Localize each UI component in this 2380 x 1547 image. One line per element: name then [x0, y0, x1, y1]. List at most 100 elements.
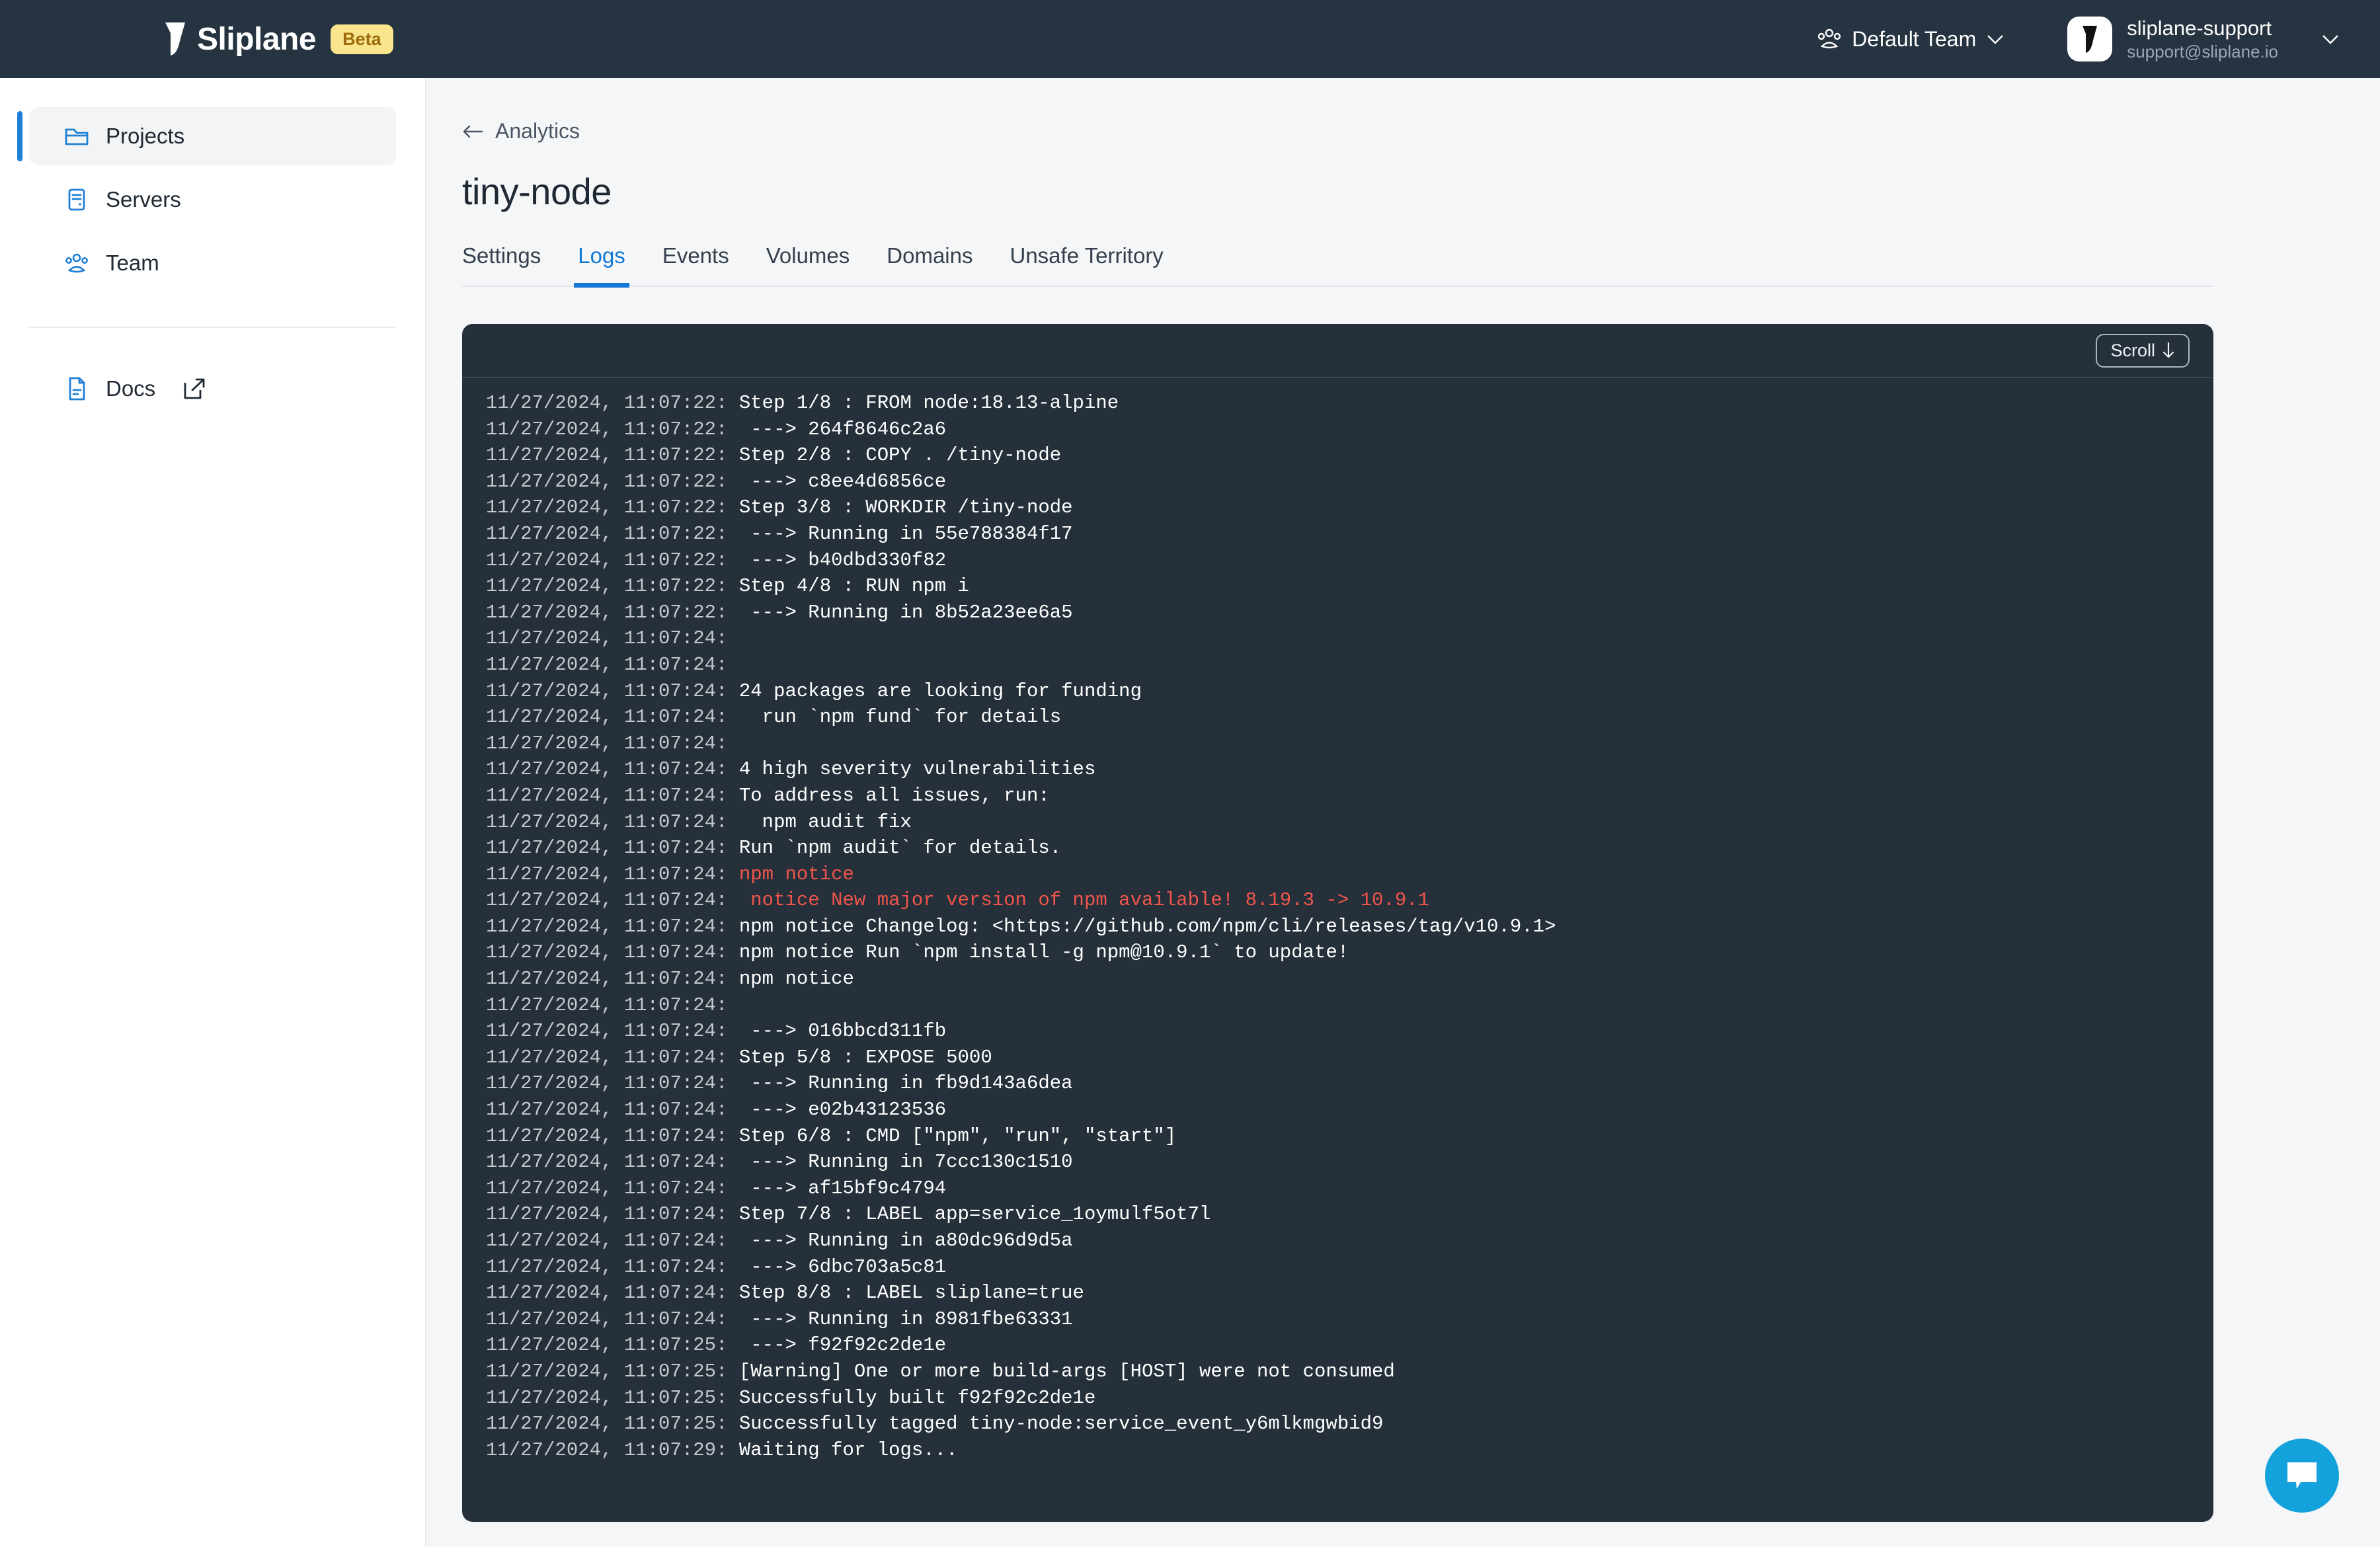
user-identity: sliplane-support support@sliplane.io — [2127, 17, 2278, 62]
log-message: ---> e02b43123536 — [727, 1099, 947, 1121]
log-message: ---> 6dbc703a5c81 — [727, 1255, 947, 1278]
people-group-icon — [65, 253, 88, 273]
log-timestamp: 11/27/2024, 11:07:25: — [486, 1413, 728, 1435]
log-message: npm notice Run `npm install -g npm@10.9.… — [727, 941, 1349, 964]
log-line: 11/27/2024, 11:07:24: ---> Running in 7c… — [486, 1149, 2213, 1175]
log-panel-toolbar: Scroll — [462, 324, 2213, 378]
user-menu[interactable]: sliplane-support support@sliplane.io — [2067, 17, 2339, 62]
log-line: 11/27/2024, 11:07:24: npm notice — [486, 861, 2213, 888]
log-line: 11/27/2024, 11:07:24: Run `npm audit` fo… — [486, 835, 2213, 861]
tab-events[interactable]: Events — [644, 243, 748, 286]
sidebar-item-team[interactable]: Team — [29, 234, 396, 292]
log-message: Step 4/8 : RUN npm i — [727, 575, 969, 598]
log-line: 11/27/2024, 11:07:24: — [486, 731, 2213, 757]
log-message: ---> Running in a80dc96d9d5a — [727, 1230, 1073, 1251]
log-timestamp: 11/27/2024, 11:07:24: — [486, 1125, 728, 1147]
breadcrumb[interactable]: Analytics — [462, 119, 2213, 143]
server-icon — [68, 188, 85, 211]
log-line: 11/27/2024, 11:07:24: 24 packages are lo… — [486, 678, 2213, 705]
log-line: 11/27/2024, 11:07:24: — [486, 625, 2213, 652]
log-line: 11/27/2024, 11:07:24: Step 7/8 : LABEL a… — [486, 1201, 2213, 1228]
log-line: 11/27/2024, 11:07:24: ---> af15bf9c4794 — [486, 1175, 2213, 1202]
log-timestamp: 11/27/2024, 11:07:24: — [486, 1177, 728, 1199]
tab-logs[interactable]: Logs — [559, 243, 644, 288]
log-output[interactable]: 11/27/2024, 11:07:22: Step 1/8 : FROM no… — [462, 378, 2213, 1522]
user-name: sliplane-support — [2127, 16, 2272, 40]
log-timestamp: 11/27/2024, 11:07:24: — [486, 784, 728, 807]
tab-settings[interactable]: Settings — [462, 243, 559, 286]
log-timestamp: 11/27/2024, 11:07:25: — [486, 1386, 728, 1409]
scroll-to-bottom-button[interactable]: Scroll — [2096, 333, 2190, 368]
log-message: Step 3/8 : WORKDIR /tiny-node — [727, 496, 1073, 519]
log-message: Step 7/8 : LABEL app=service_1oymulf5ot7… — [727, 1203, 1211, 1226]
tab-bar: Settings Logs Events Volumes Domains Uns… — [462, 243, 2213, 288]
log-line: 11/27/2024, 11:07:24: To address all iss… — [486, 783, 2213, 809]
log-line: 11/27/2024, 11:07:24: npm notice — [486, 966, 2213, 992]
log-line: 11/27/2024, 11:07:22: ---> c8ee4d6856ce — [486, 469, 2213, 495]
sidebar-item-projects[interactable]: Projects — [17, 107, 396, 165]
log-message: Step 2/8 : COPY . /tiny-node — [727, 444, 1062, 467]
log-line: 11/27/2024, 11:07:22: ---> b40dbd330f82 — [486, 547, 2213, 574]
log-timestamp: 11/27/2024, 11:07:24: — [486, 1151, 728, 1173]
log-line: 11/27/2024, 11:07:25: ---> f92f92c2de1e — [486, 1332, 2213, 1359]
sidebar-item-label: Docs — [106, 376, 156, 401]
log-line: 11/27/2024, 11:07:25: [Warning] One or m… — [486, 1359, 2213, 1385]
sidebar-item-docs[interactable]: Docs — [29, 360, 396, 418]
log-timestamp: 11/27/2024, 11:07:24: — [486, 627, 728, 650]
log-line: 11/27/2024, 11:07:24: Step 8/8 : LABEL s… — [486, 1280, 2213, 1306]
breadcrumb-label: Analytics — [495, 119, 580, 143]
tab-domains[interactable]: Domains — [868, 243, 991, 286]
log-line: 11/27/2024, 11:07:22: Step 1/8 : FROM no… — [486, 390, 2213, 416]
log-line: 11/27/2024, 11:07:22: Step 3/8 : WORKDIR… — [486, 495, 2213, 521]
log-timestamp: 11/27/2024, 11:07:25: — [486, 1334, 728, 1357]
log-timestamp: 11/27/2024, 11:07:24: — [486, 1072, 728, 1095]
main-content: Analytics tiny-node Settings Logs Events… — [428, 78, 2380, 1547]
log-timestamp: 11/27/2024, 11:07:22: — [486, 601, 728, 623]
tab-volumes[interactable]: Volumes — [748, 243, 869, 286]
log-message: ---> b40dbd330f82 — [727, 549, 947, 571]
log-timestamp: 11/27/2024, 11:07:24: — [486, 915, 728, 937]
log-line: 11/27/2024, 11:07:24: ---> e02b43123536 — [486, 1097, 2213, 1123]
log-timestamp: 11/27/2024, 11:07:25: — [486, 1360, 728, 1382]
log-timestamp: 11/27/2024, 11:07:22: — [486, 418, 728, 440]
header-right-group: Default Team sliplane-support support@sl… — [1817, 17, 2339, 62]
log-line: 11/27/2024, 11:07:22: Step 2/8 : COPY . … — [486, 442, 2213, 469]
log-timestamp: 11/27/2024, 11:07:24: — [486, 1203, 728, 1226]
log-line: 11/27/2024, 11:07:29: Waiting for logs..… — [486, 1437, 2213, 1464]
sidebar-item-label: Projects — [106, 124, 185, 148]
log-timestamp: 11/27/2024, 11:07:22: — [486, 444, 728, 467]
log-message: npm notice Changelog: <https://github.co… — [727, 915, 1556, 937]
log-line: 11/27/2024, 11:07:24: npm notice Run `np… — [486, 939, 2213, 966]
team-switcher[interactable]: Default Team — [1817, 27, 2004, 52]
log-message: ---> Running in 55e788384f17 — [727, 522, 1073, 545]
chat-widget-button[interactable] — [2265, 1439, 2339, 1513]
log-timestamp: 11/27/2024, 11:07:24: — [486, 1046, 728, 1068]
brand-logo[interactable]: Sliplane Beta — [164, 21, 393, 58]
log-timestamp: 11/27/2024, 11:07:24: — [486, 1230, 728, 1251]
log-timestamp: 11/27/2024, 11:07:22: — [486, 392, 728, 414]
log-timestamp: 11/27/2024, 11:07:24: — [486, 1020, 728, 1043]
log-line: 11/27/2024, 11:07:24: ---> Running in fb… — [486, 1070, 2213, 1097]
scroll-button-label: Scroll — [2110, 340, 2155, 360]
beta-badge: Beta — [331, 24, 393, 54]
log-line: 11/27/2024, 11:07:25: Successfully tagge… — [486, 1411, 2213, 1437]
log-timestamp: 11/27/2024, 11:07:22: — [486, 522, 728, 545]
log-timestamp: 11/27/2024, 11:07:24: — [486, 706, 728, 729]
tab-unsafe-territory[interactable]: Unsafe Territory — [992, 243, 1182, 286]
log-message: Successfully tagged tiny-node:service_ev… — [727, 1413, 1384, 1435]
log-message: ---> c8ee4d6856ce — [727, 470, 947, 493]
log-line: 11/27/2024, 11:07:24: ---> Running in a8… — [486, 1228, 2213, 1254]
sidebar-item-servers[interactable]: Servers — [29, 171, 396, 229]
log-message: 4 high severity vulnerabilities — [727, 758, 1096, 781]
folder-icon — [65, 128, 89, 145]
log-line: 11/27/2024, 11:07:22: Step 4/8 : RUN npm… — [486, 573, 2213, 600]
log-line: 11/27/2024, 11:07:24: 4 high severity vu… — [486, 756, 2213, 783]
log-message: Step 5/8 : EXPOSE 5000 — [727, 1046, 992, 1068]
log-timestamp: 11/27/2024, 11:07:29: — [486, 1439, 728, 1461]
log-timestamp: 11/27/2024, 11:07:22: — [486, 549, 728, 571]
log-timestamp: 11/27/2024, 11:07:24: — [486, 1308, 728, 1330]
external-link-icon — [184, 378, 205, 399]
log-line: 11/27/2024, 11:07:24: ---> 6dbc703a5c81 — [486, 1254, 2213, 1281]
log-line: 11/27/2024, 11:07:22: ---> Running in 55… — [486, 521, 2213, 547]
log-timestamp: 11/27/2024, 11:07:24: — [486, 837, 728, 859]
